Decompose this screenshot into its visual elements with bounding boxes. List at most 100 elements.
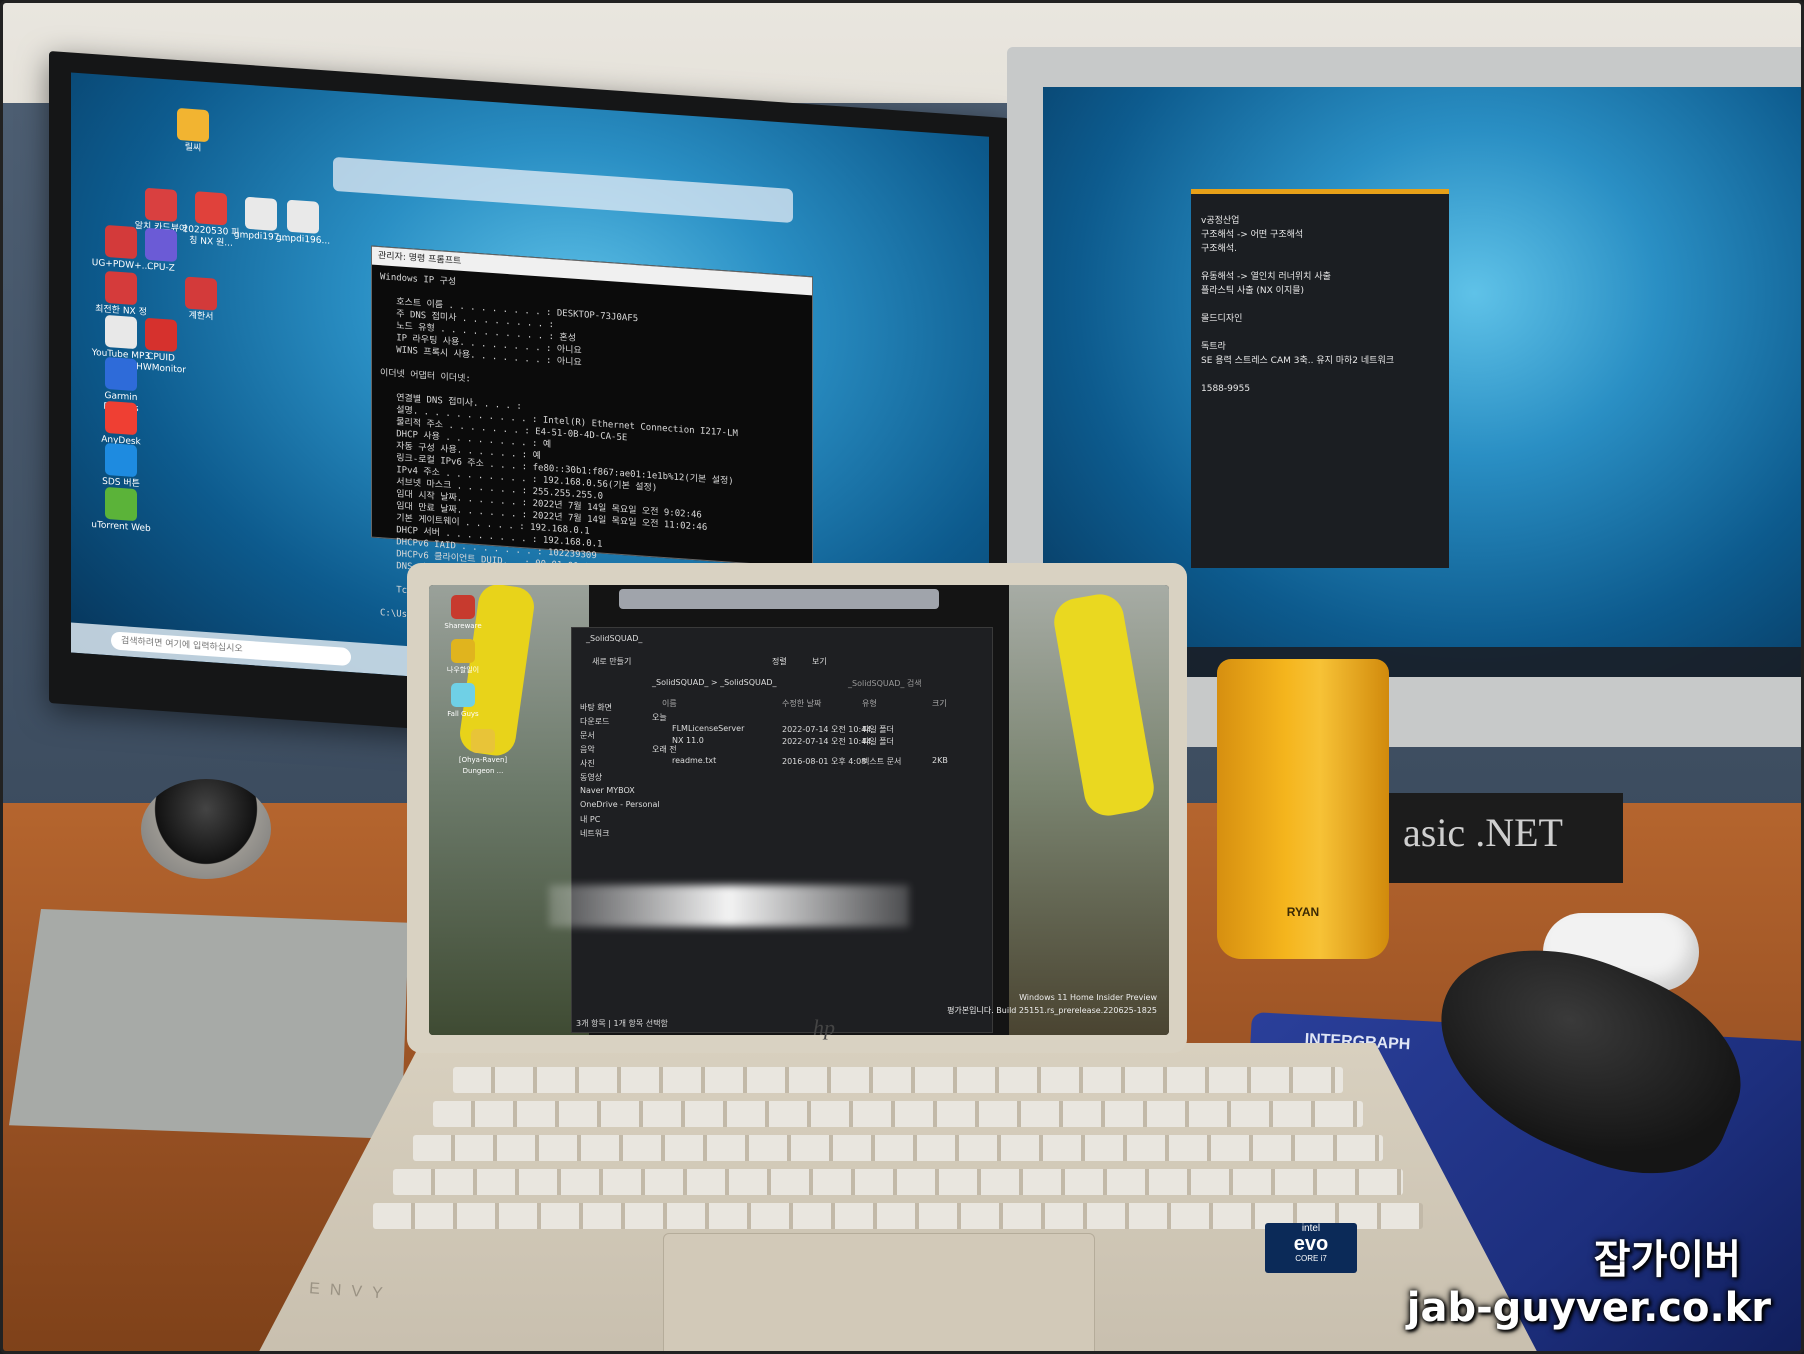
explorer-search[interactable]: _SolidSQUAD_ 검색 xyxy=(848,678,922,689)
desktop-icon[interactable]: 계한서 xyxy=(171,276,231,325)
office-desk-photo: 릴씨 알치 카드뷰어 20220530 피칭 NX 원... UG+PDW+... CP… xyxy=(0,0,1804,1354)
group-today: 오늘 xyxy=(652,713,667,722)
desktop-dock[interactable] xyxy=(333,156,793,224)
intel-evo-badge: intel evo CORE i7 xyxy=(1265,1223,1357,1273)
column-header[interactable]: 크기 xyxy=(932,698,947,709)
nav-item[interactable]: 내 PC xyxy=(580,814,600,825)
file-name[interactable]: readme.txt xyxy=(672,756,716,765)
taskbar-search-box[interactable]: 검색하려면 여기에 입력하십시오 xyxy=(111,631,351,667)
desktop-icon-label: CPU-Z xyxy=(147,261,175,274)
desktop-icon-label: Shareware xyxy=(444,622,482,630)
app-icon xyxy=(451,683,475,707)
keyboard-with-silicone-cover xyxy=(9,909,409,1139)
nav-item[interactable]: 다운로드 xyxy=(580,716,609,727)
desktop-icon[interactable]: 릴씨 xyxy=(163,107,223,156)
column-header[interactable]: 수정한 날짜 xyxy=(782,698,821,709)
app-icon xyxy=(105,356,137,392)
file-explorer-window[interactable]: _SolidSQUAD_ 새로 만들기 정렬 보기 _SolidSQUAD_ >… xyxy=(571,627,993,1033)
key-row-1 xyxy=(453,1067,1343,1093)
nav-item[interactable]: 네트워크 xyxy=(580,828,609,839)
key-row-3 xyxy=(413,1135,1383,1161)
nav-item[interactable]: 바탕 화면 xyxy=(580,702,612,713)
app-icon xyxy=(471,729,495,753)
explorer-tab-title[interactable]: _SolidSQUAD_ xyxy=(586,634,642,643)
app-icon xyxy=(105,400,137,436)
laptop-desktop-icon[interactable]: 나우할일이 xyxy=(433,639,493,676)
programming-book: asic .NET xyxy=(1373,793,1623,883)
nav-item[interactable]: OneDrive - Personal xyxy=(580,800,660,809)
book-title: asic .NET xyxy=(1403,810,1563,855)
app-icon xyxy=(145,187,177,222)
desktop-icon-label: gmpdi196... xyxy=(275,232,331,247)
view-button[interactable]: 보기 xyxy=(812,656,827,667)
laptop-touchpad xyxy=(663,1233,1095,1351)
note-line: 독트라 xyxy=(1201,342,1226,352)
app-icon xyxy=(105,486,137,522)
nav-item[interactable]: 동영상 xyxy=(580,772,602,783)
desktop-icon-label: 나우할일이 xyxy=(446,666,480,674)
app-icon xyxy=(145,227,177,262)
desktop-icon-label: 계한서 xyxy=(188,310,214,323)
laptop-lid: Shareware 나우할일이 Fall Guys [Ohya-Raven] Dung… xyxy=(407,563,1187,1053)
hp-logo: hp xyxy=(813,1015,835,1040)
note-line: 구조해석. xyxy=(1201,244,1237,254)
nav-item[interactable]: 음악 xyxy=(580,744,595,755)
desktop-icon-label: 릴씨 xyxy=(184,142,202,154)
column-header[interactable]: 유형 xyxy=(862,698,877,709)
app-icon xyxy=(451,595,475,619)
file-date: 2022-07-14 오전 10:44 xyxy=(782,725,872,734)
app-icon xyxy=(451,639,475,663)
laptop-desktop-icon[interactable]: Shareware xyxy=(433,595,493,632)
explorer-status: 3개 항목 | 1개 항목 선택함 xyxy=(576,1019,668,1028)
3d-mouse-knob xyxy=(141,779,271,879)
note-line xyxy=(1191,326,1449,340)
command-prompt-window[interactable]: 관리자: 명령 프롬프트 Windows IP 구성 호스트 이름 . . . … xyxy=(371,245,813,623)
sort-button[interactable]: 정렬 xyxy=(772,656,787,667)
desktop-icon[interactable]: SDS 버튼 xyxy=(91,442,151,491)
app-icon xyxy=(195,191,227,226)
laptop-desktop-icon[interactable]: [Ohya-Raven] Dungeon ... xyxy=(453,729,513,777)
yellow-tumbler: RYAN xyxy=(1217,659,1389,959)
file-type: 파일 폴더 xyxy=(862,725,894,734)
desktop-icon-label: Fall Guys xyxy=(447,710,479,718)
file-name[interactable]: FLMLicenseServer xyxy=(672,724,744,733)
column-header[interactable]: 이름 xyxy=(662,698,677,709)
note-line: v공정산업 xyxy=(1201,216,1240,226)
new-button[interactable]: 새로 만들기 xyxy=(592,656,631,667)
group-earlier: 오래 전 xyxy=(652,745,677,754)
note-line xyxy=(1191,298,1449,312)
app-icon xyxy=(177,107,209,143)
notes-window[interactable]: v공정산업 구조해석 -> 어떤 구조해석 구조해석. 유동해석 -> 열인치 러너… xyxy=(1191,189,1449,568)
app-icon xyxy=(185,276,217,311)
desktop-icon[interactable]: gmpdi196... xyxy=(273,199,333,248)
app-icon xyxy=(105,442,137,478)
note-line xyxy=(1191,368,1449,382)
desktop-icon[interactable]: uTorrent Web xyxy=(91,486,151,535)
file-name[interactable]: NX 11.0 xyxy=(672,736,704,745)
laptop-screen: Shareware 나우할일이 Fall Guys [Ohya-Raven] Dung… xyxy=(429,585,1169,1035)
nav-item[interactable]: Naver MYBOX xyxy=(580,786,635,795)
screen-glare xyxy=(549,885,909,927)
note-line: 유동해석 -> 열인치 러너위치 사출 xyxy=(1201,272,1331,282)
laptop-desktop-icon[interactable]: Fall Guys xyxy=(433,683,493,720)
windows-watermark-2: 평가본입니다. Build 25151.rs_prerelease.220625… xyxy=(947,1006,1157,1015)
explorer-breadcrumb[interactable]: _SolidSQUAD_ > _SolidSQUAD_ xyxy=(652,678,777,687)
desktop-icon-label: uTorrent Web xyxy=(91,519,151,535)
key-row-4 xyxy=(393,1169,1403,1195)
app-icon xyxy=(145,317,177,352)
evo-badge-bottom: CORE i7 xyxy=(1295,1254,1327,1263)
tumbler-label: RYAN xyxy=(1286,905,1320,919)
nav-item[interactable]: 사진 xyxy=(580,758,595,769)
note-line: SE 용력 스트레스 CAM 3축.. 유지 마하2 네트워크 xyxy=(1201,356,1395,366)
desktop-icon-label: [Ohya-Raven] Dungeon ... xyxy=(458,756,508,775)
file-type: 텍스트 문서 xyxy=(862,757,902,766)
nav-item[interactable]: 문서 xyxy=(580,730,595,741)
watermark-url: jab-guyver.co.kr xyxy=(1406,1285,1771,1331)
file-type: 파일 폴더 xyxy=(862,737,894,746)
watermark-korean: 잡가이버 xyxy=(1593,1237,1741,1283)
file-date: 2016-08-01 오후 4:08 xyxy=(782,757,867,766)
app-icon xyxy=(287,199,319,234)
laptop-dock[interactable] xyxy=(619,589,939,609)
file-size: 2KB xyxy=(932,756,948,765)
desktop-icon[interactable]: CPU-Z xyxy=(131,227,191,276)
